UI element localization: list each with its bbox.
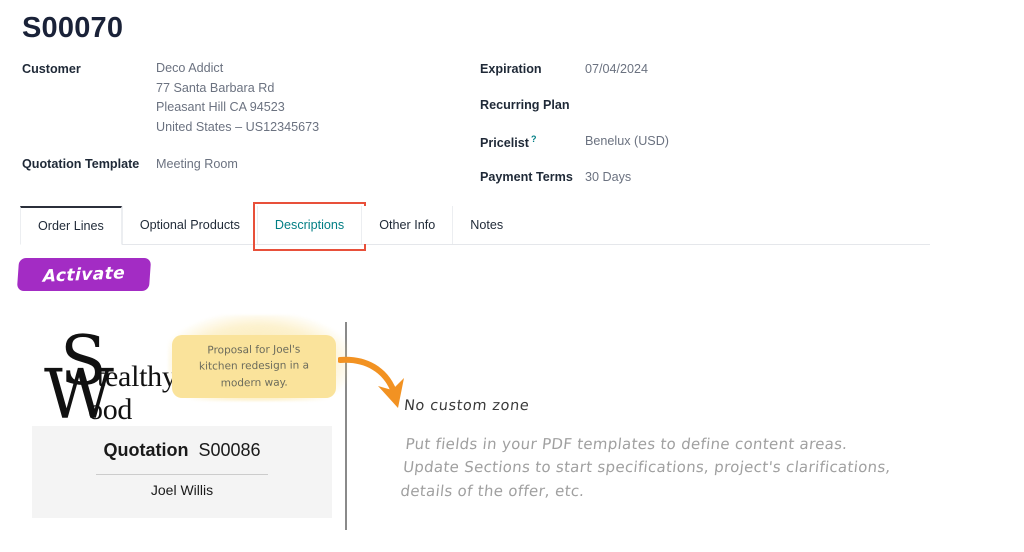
customer-field-group: Customer Deco Addict 77 Santa Barbara Rd…	[22, 62, 462, 183]
quotation-person-name: Joel Willis	[150, 482, 214, 498]
expiration-label: Expiration	[480, 62, 542, 76]
pricelist-label: Pricelist?	[480, 134, 585, 150]
sticky-note-text: Proposal for Joel's kitchen redesign in …	[198, 343, 310, 389]
field-row-quotation-template: Quotation Template Meeting Room	[22, 157, 462, 171]
quotation-template-value[interactable]: Meeting Room	[156, 157, 238, 171]
tab-descriptions[interactable]: Descriptions	[252, 202, 367, 251]
quotation-template-label: Quotation Template	[22, 157, 140, 172]
sticky-note: Proposal for Joel's kitchen redesign in …	[172, 335, 336, 398]
field-row-customer: Customer Deco Addict 77 Santa Barbara Rd…	[22, 62, 462, 133]
custom-zone-body: Put fields in your PDF templates to defi…	[399, 435, 892, 500]
activate-button[interactable]: Activate	[16, 258, 152, 291]
tab-order-lines[interactable]: Order Lines	[20, 206, 122, 245]
payment-terms-label: Payment Terms	[480, 170, 573, 185]
quotation-number: S00086	[198, 440, 261, 460]
field-row-payment-terms: Payment Terms 30 Days	[480, 170, 900, 184]
recurring-plan-label: Recurring Plan	[480, 98, 570, 112]
tab-notes[interactable]: Notes	[452, 206, 521, 244]
customer-value-block: Deco Addict 77 Santa Barbara Rd Pleasant…	[156, 62, 319, 133]
customer-address-line-2: Pleasant Hill CA 94523	[156, 100, 285, 115]
custom-zone-heading: No custom zone	[403, 398, 531, 414]
quotation-panel: Quotation S00086 Joel Willis	[32, 426, 332, 518]
document-preview: W S tealthy ood Quotation S00086 Joel Wil…	[0, 310, 1024, 552]
field-row-recurring-plan: Recurring Plan	[480, 98, 900, 112]
terms-field-group: Expiration 07/04/2024 Recurring Plan Pri…	[480, 62, 900, 184]
customer-name[interactable]: Deco Addict	[156, 62, 319, 75]
field-row-pricelist: Pricelist? Benelux (USD)	[480, 134, 900, 150]
quotation-heading: Quotation	[103, 440, 189, 460]
customer-address-line-3: United States – US12345673	[156, 119, 320, 134]
pricelist-label-text: Pricelist	[480, 136, 530, 151]
tab-optional-products[interactable]: Optional Products	[121, 206, 257, 244]
customer-label: Customer	[22, 62, 81, 76]
sticky-note-tail-icon: ❯	[325, 364, 339, 383]
field-row-expiration: Expiration 07/04/2024	[480, 62, 900, 76]
quotation-heading-row: Quotation S00086	[32, 440, 332, 461]
logo-text-ood: ood	[88, 393, 133, 426]
help-icon[interactable]: ?	[531, 134, 537, 144]
customer-address-line-1: 77 Santa Barbara Rd	[156, 80, 275, 95]
quotation-divider	[96, 474, 268, 475]
tab-other-info[interactable]: Other Info	[361, 206, 453, 244]
page-title: S00070	[22, 12, 124, 44]
payment-terms-value[interactable]: 30 Days	[585, 170, 631, 184]
tab-strip: Order Lines Optional Products Descriptio…	[20, 202, 930, 251]
pricelist-value[interactable]: Benelux (USD)	[585, 134, 669, 148]
expiration-value[interactable]: 07/04/2024	[585, 62, 648, 76]
logo-text-tealthy: tealthy	[97, 360, 177, 393]
activate-button-label: Activate	[42, 262, 126, 287]
